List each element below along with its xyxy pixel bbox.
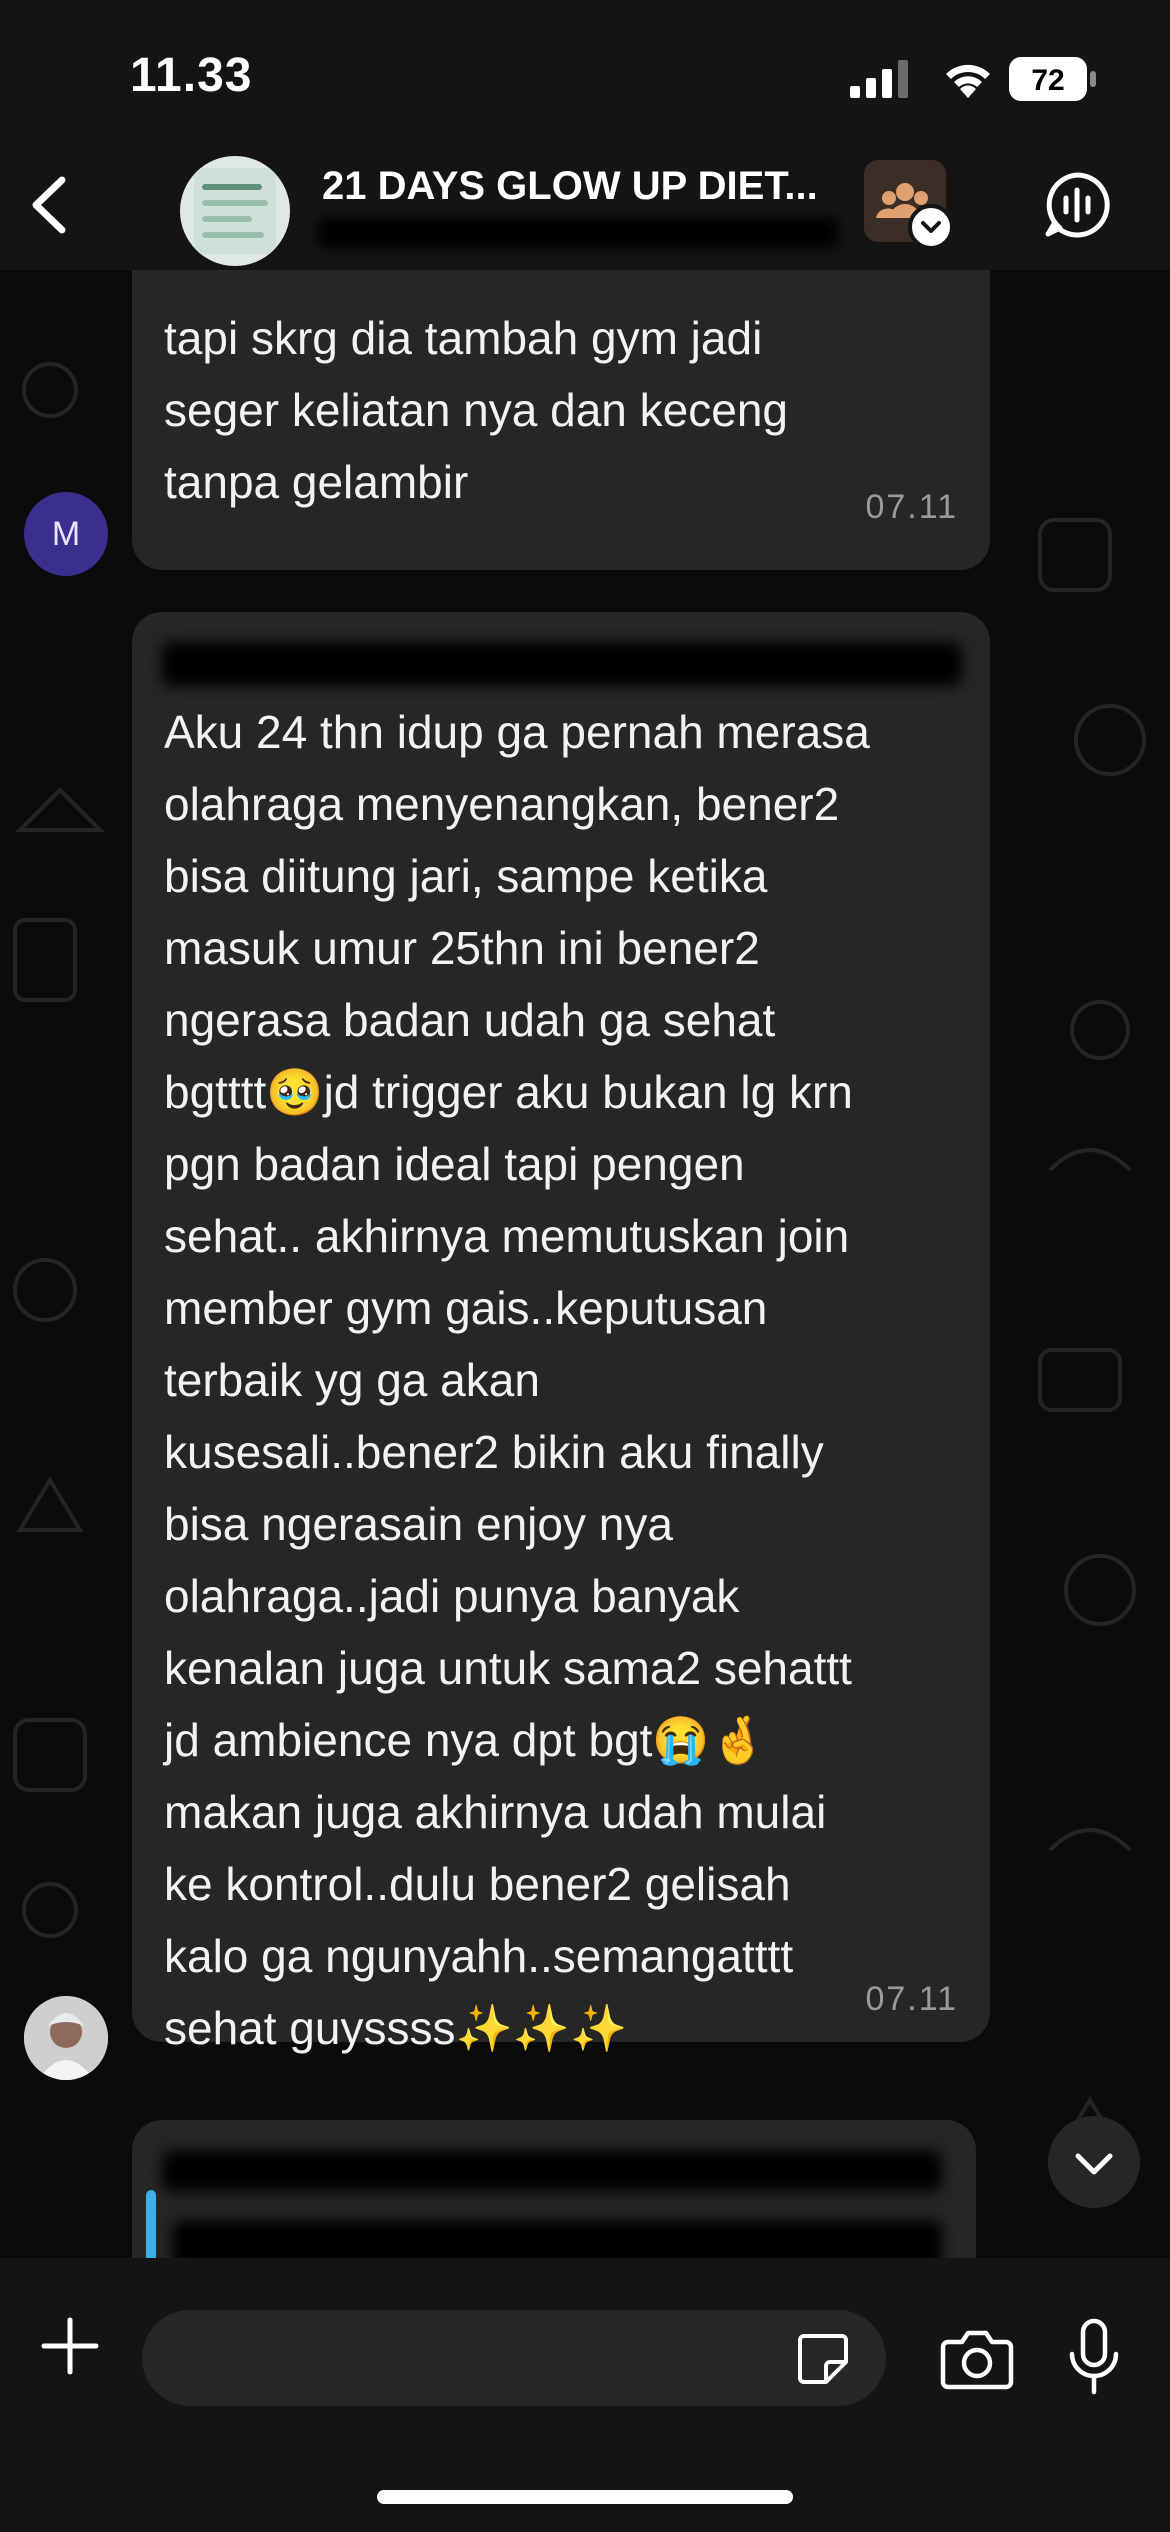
group-avatar-image — [194, 168, 276, 254]
message-bubble[interactable]: Aku 24 thn idup ga pernah merasa olahrag… — [132, 612, 990, 2054]
chevron-left-icon — [32, 176, 66, 234]
avatar[interactable]: M — [24, 492, 108, 576]
message-bubble[interactable]: tapi skrg dia tambah gym jadi seger keli… — [132, 270, 990, 570]
community-button[interactable] — [864, 160, 954, 250]
chat-area[interactable]: M tapi skrg dia tambah gym jadi seger ke… — [0, 270, 1170, 2258]
message-time: 07.11 — [865, 488, 958, 526]
message-text: Aku 24 thn idup ga pernah merasa olahrag… — [164, 706, 870, 2054]
camera-icon — [940, 2330, 1014, 2390]
message-bubble[interactable] — [132, 2120, 976, 2258]
avatar-initial: M — [51, 515, 81, 553]
message-time: 07.11 — [865, 1980, 958, 2018]
attach-button[interactable] — [40, 2316, 100, 2376]
sticker-button[interactable] — [796, 2332, 850, 2386]
chat-title[interactable]: 21 DAYS GLOW UP DIET... — [322, 164, 818, 209]
voice-chat-button[interactable] — [1042, 170, 1112, 240]
plus-icon — [41, 2317, 99, 2375]
back-button[interactable] — [22, 170, 82, 240]
avatar-photo — [24, 1996, 108, 2080]
wifi-icon — [940, 56, 996, 100]
redacted-sender-name — [162, 642, 962, 686]
group-avatar[interactable] — [180, 156, 290, 266]
redacted-sender-name — [162, 2150, 942, 2192]
message-text: tapi skrg dia tambah gym jadi seger keli… — [164, 312, 788, 508]
sticker-icon — [798, 2334, 848, 2384]
chevron-down-icon — [1075, 2153, 1113, 2175]
voice-chat-icon — [1045, 172, 1110, 238]
chevron-down-icon — [908, 204, 954, 250]
avatar[interactable] — [24, 1996, 108, 2080]
home-indicator[interactable] — [377, 2490, 793, 2504]
camera-button[interactable] — [940, 2328, 1014, 2390]
status-time: 11.33 — [130, 49, 253, 102]
redacted-subtitle — [318, 218, 838, 248]
status-bar: 11.33 72 — [0, 0, 1170, 150]
battery-icon: 72 — [1008, 56, 1098, 102]
redacted-quoted-message — [172, 2220, 942, 2258]
reply-quote-bar — [146, 2190, 156, 2258]
signal-icon — [850, 60, 914, 98]
battery-level: 72 — [1031, 64, 1064, 97]
chat-header: 21 DAYS GLOW UP DIET... — [0, 150, 1170, 270]
message-input[interactable] — [142, 2310, 886, 2406]
microphone-icon — [1069, 2318, 1119, 2395]
scroll-to-bottom-button[interactable] — [1048, 2116, 1140, 2208]
microphone-button[interactable] — [1066, 2318, 1122, 2398]
